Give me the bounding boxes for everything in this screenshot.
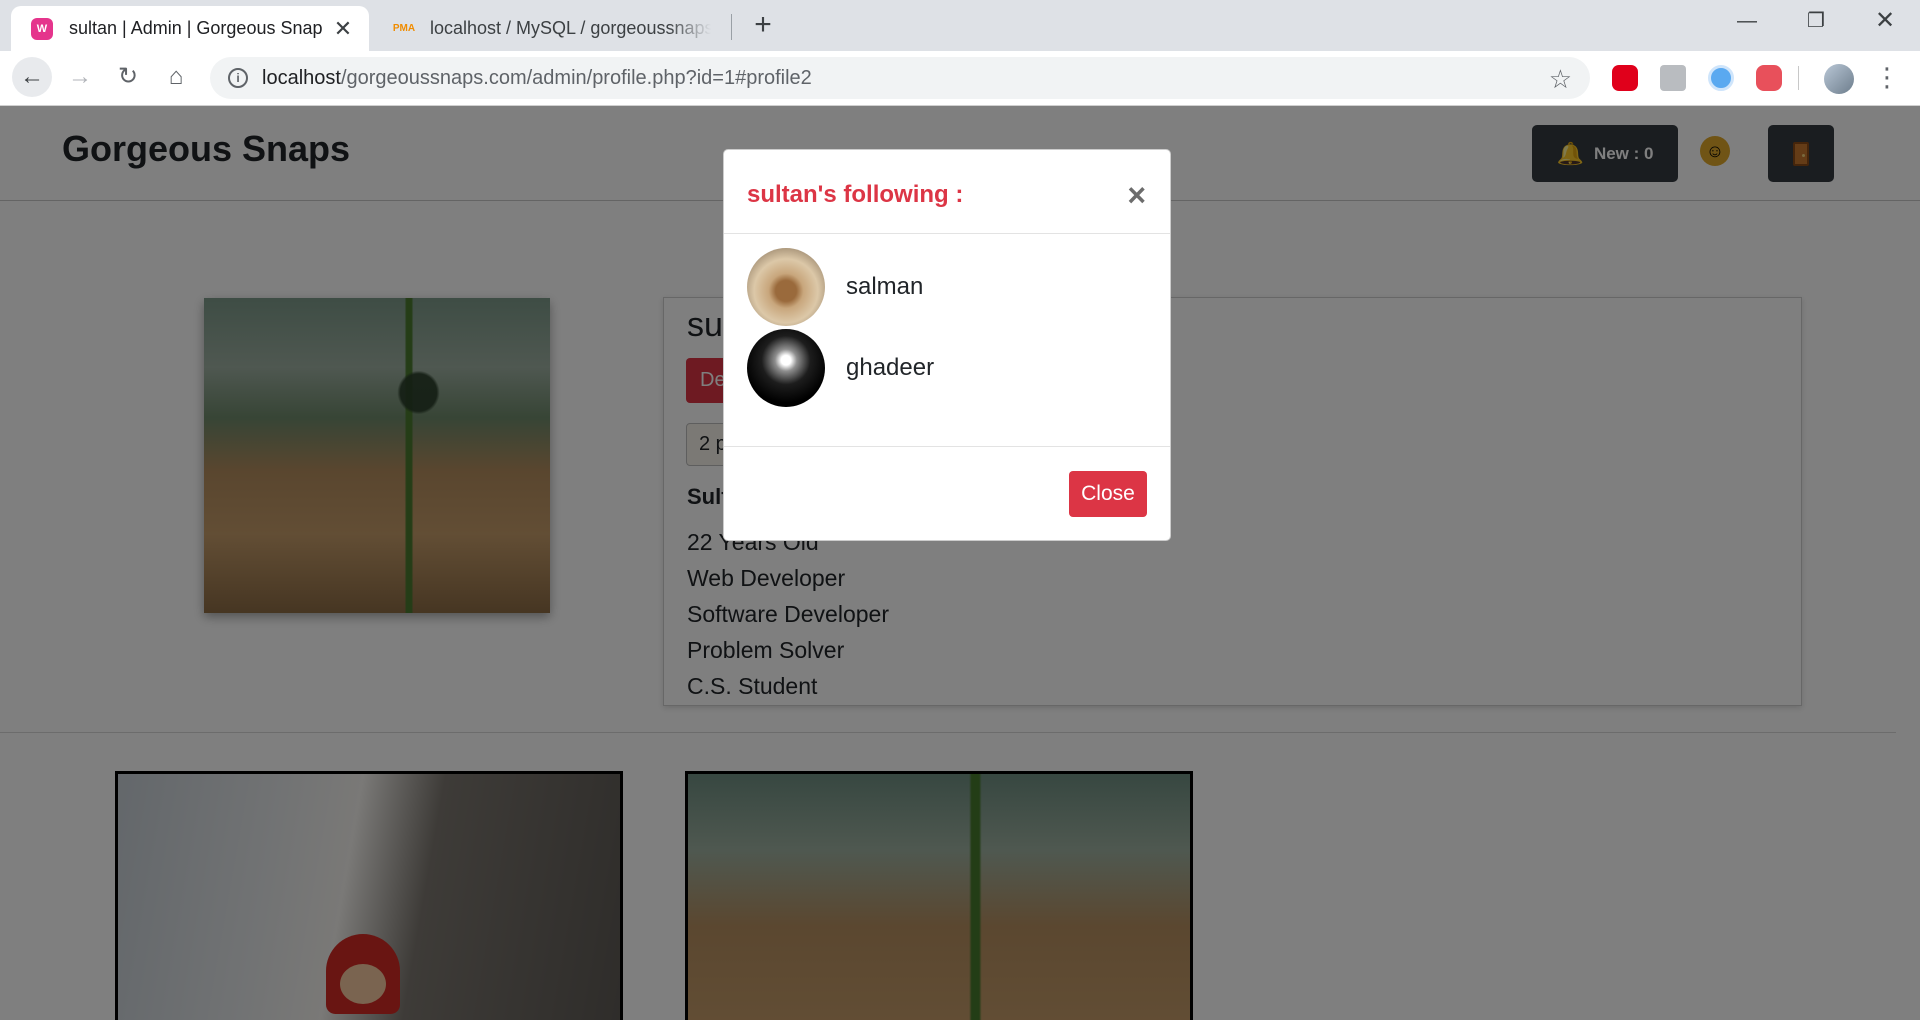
following-name[interactable]: salman (846, 273, 923, 301)
new-tab-icon[interactable]: + (746, 9, 780, 43)
page-viewport: Gorgeous Snaps 🔔 New : 0 ☺ sultan Delete… (0, 106, 1920, 1020)
reload-icon[interactable]: ↻ (108, 57, 148, 97)
modal-header: sultan's following : × (724, 150, 1170, 234)
shield-extension-icon[interactable] (1756, 65, 1782, 91)
restore-icon[interactable]: ❐ (1793, 0, 1839, 42)
tab-phpmyadmin[interactable]: PMA localhost / MySQL / gorgeoussnaps (377, 6, 727, 51)
url-text: localhost/gorgeoussnaps.com/admin/profil… (262, 67, 812, 90)
modal-close-icon[interactable]: × (1127, 179, 1146, 211)
toolbar-separator (1798, 66, 1799, 90)
minimize-icon[interactable]: — (1724, 0, 1770, 42)
tab-separator (731, 14, 732, 40)
back-arrow-icon[interactable]: ← (12, 57, 52, 97)
following-item[interactable]: ghadeer (747, 329, 1127, 407)
close-button[interactable]: Close (1069, 471, 1147, 517)
browser-menu-icon[interactable]: ⋮ (1874, 63, 1900, 91)
following-name[interactable]: ghadeer (846, 354, 934, 382)
phpmyadmin-icon: PMA (392, 23, 416, 34)
modal-footer: Close (724, 446, 1170, 542)
address-bar[interactable]: i localhost/gorgeoussnaps.com/admin/prof… (210, 57, 1590, 99)
modal-title: sultan's following : (747, 181, 964, 208)
globe-extension-icon[interactable] (1708, 65, 1734, 91)
tab-close-icon[interactable]: ✕ (333, 16, 353, 42)
bookmark-star-icon[interactable]: ☆ (1549, 64, 1572, 95)
home-icon[interactable]: ⌂ (156, 57, 196, 97)
tab-title: sultan | Admin | Gorgeous Snaps (69, 18, 323, 38)
following-avatar[interactable] (747, 248, 825, 326)
following-item[interactable]: salman (747, 248, 1127, 326)
url-host: localhost (262, 66, 341, 89)
browser-toolbar: ← → ↻ ⌂ i localhost/gorgeoussnaps.com/ad… (0, 51, 1920, 106)
url-path: /gorgeoussnaps.com/admin/profile.php?id=… (340, 66, 812, 89)
adblock-extension-icon[interactable] (1612, 65, 1638, 91)
browser-profile-avatar[interactable] (1824, 64, 1854, 94)
window-close-icon[interactable]: ✕ (1862, 0, 1908, 42)
cube-extension-icon[interactable] (1660, 65, 1686, 91)
site-info-icon[interactable]: i (228, 68, 248, 88)
following-avatar[interactable] (747, 329, 825, 407)
tab-admin-profile[interactable]: W sultan | Admin | Gorgeous Snaps ✕ (11, 6, 369, 51)
tab-strip: W sultan | Admin | Gorgeous Snaps ✕ PMA … (0, 0, 1920, 51)
tab-title: localhost / MySQL / gorgeoussnaps (430, 18, 711, 38)
forward-arrow-icon[interactable]: → (60, 57, 100, 97)
wamp-icon: W (31, 17, 53, 40)
following-modal: sultan's following : × salman ghadeer Cl… (723, 149, 1171, 541)
